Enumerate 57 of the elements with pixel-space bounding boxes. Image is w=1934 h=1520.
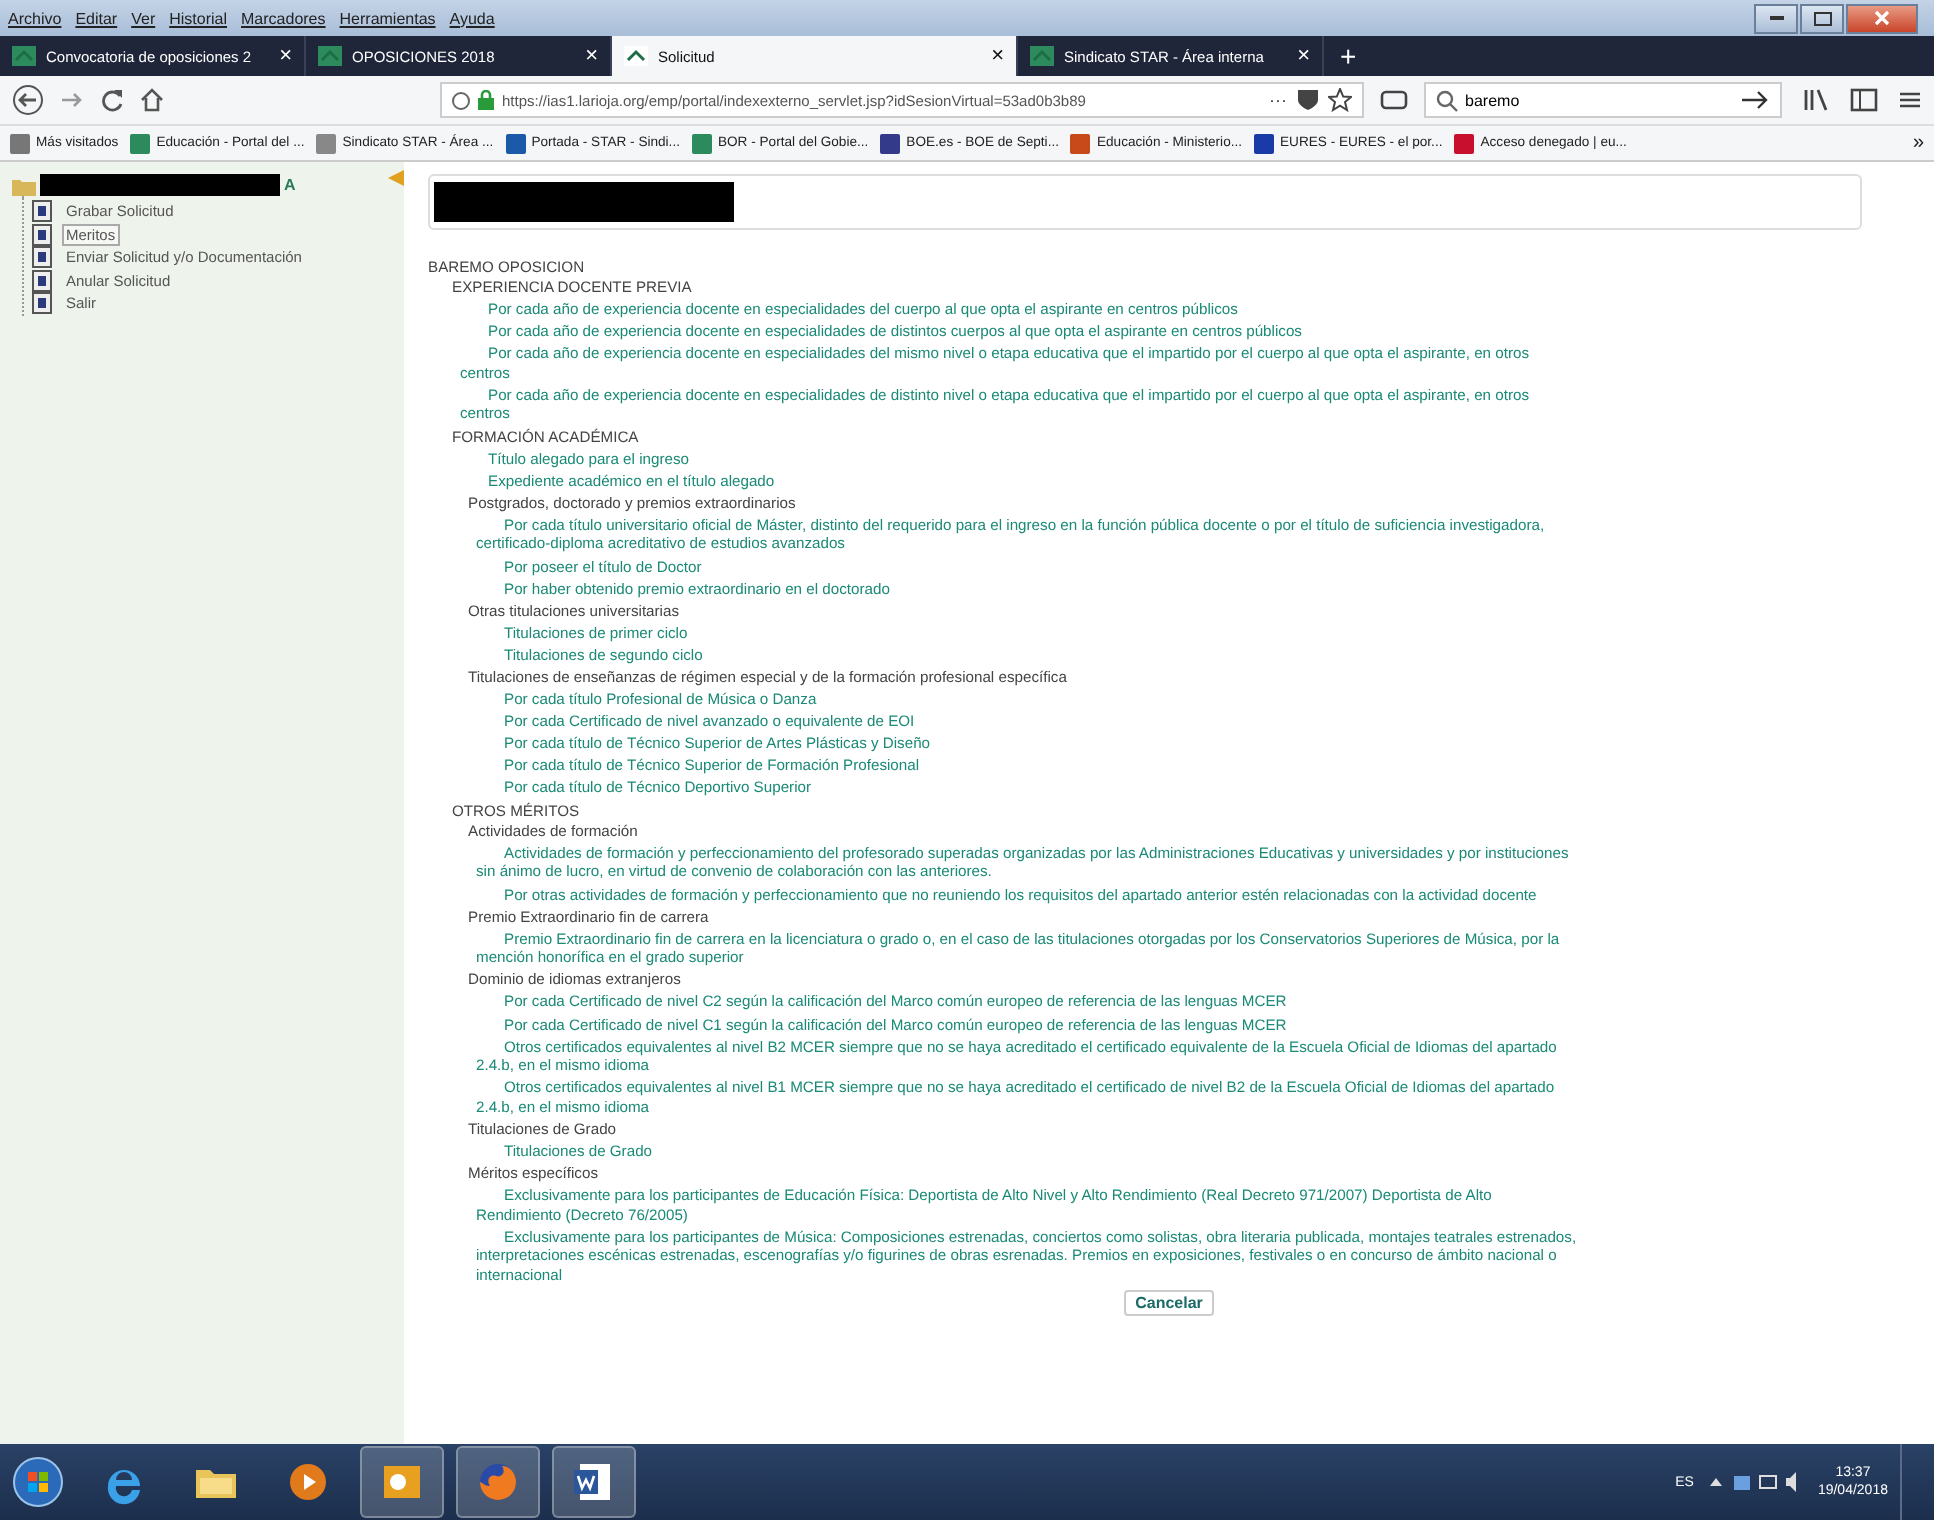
more-bookmarks-button[interactable]: » xyxy=(1912,132,1924,154)
play-icon[interactable] xyxy=(284,1458,332,1506)
back-icon[interactable] xyxy=(12,84,44,116)
maximize-button[interactable] xyxy=(1800,3,1844,33)
close-icon xyxy=(1872,10,1892,26)
menu-item[interactable]: Archivo xyxy=(8,9,62,27)
document-icon xyxy=(32,269,52,292)
document-icon xyxy=(32,223,52,246)
sidebar-icon[interactable] xyxy=(1850,88,1878,112)
menu-item[interactable]: Marcadores xyxy=(241,9,326,27)
library-icon[interactable] xyxy=(1802,88,1830,112)
favicon-icon xyxy=(12,46,36,66)
home-icon[interactable] xyxy=(140,88,164,112)
favicon-icon xyxy=(691,133,712,153)
arrow-icon[interactable] xyxy=(1742,90,1770,110)
favicon-icon xyxy=(1030,46,1054,66)
lock-icon xyxy=(478,90,494,110)
tab-close-button[interactable]: × xyxy=(1297,44,1310,68)
menu-icon[interactable] xyxy=(1898,88,1922,112)
menu-item[interactable]: Historial xyxy=(169,9,228,27)
menu-item[interactable]: Ayuda xyxy=(449,9,495,27)
favicon-icon xyxy=(1070,133,1091,153)
favicon-icon xyxy=(1454,133,1475,153)
document-icon xyxy=(32,292,52,315)
favicon-icon xyxy=(505,133,526,153)
favicon-icon xyxy=(1254,133,1275,153)
new-tab-button[interactable]: + xyxy=(1324,36,1373,76)
favicon-icon xyxy=(130,133,151,153)
favicon-icon xyxy=(624,46,648,66)
folder-icon xyxy=(12,175,36,195)
menu-item[interactable]: Ver xyxy=(131,9,156,27)
search-field[interactable]: baremo xyxy=(1423,82,1782,118)
star-icon[interactable] xyxy=(1327,88,1352,112)
favicon-icon xyxy=(316,133,337,153)
minimize-button[interactable] xyxy=(1754,3,1798,33)
info-icon xyxy=(452,91,470,109)
favicon-icon xyxy=(10,133,30,153)
menu-item[interactable]: Editar xyxy=(75,9,118,27)
favicon-icon xyxy=(880,133,901,153)
close-button[interactable] xyxy=(1846,3,1918,33)
document-icon xyxy=(32,246,52,269)
tab-close-button[interactable]: × xyxy=(585,44,598,68)
reader-icon[interactable] xyxy=(1379,88,1408,112)
start-button[interactable] xyxy=(12,1456,64,1508)
forward-icon[interactable] xyxy=(60,88,84,112)
reload-icon[interactable] xyxy=(100,88,124,112)
tab-close-button[interactable]: × xyxy=(991,44,1004,68)
sidebar-title: A xyxy=(284,176,296,194)
cancel-button[interactable]: Cancelar xyxy=(1123,1289,1215,1316)
fox-globe-icon[interactable] xyxy=(474,1458,522,1506)
menu-item[interactable]: Herramientas xyxy=(339,9,436,27)
document-icon xyxy=(32,200,52,223)
shield-icon[interactable] xyxy=(1295,88,1320,112)
search-icon xyxy=(1435,89,1458,111)
favicon-icon xyxy=(318,46,342,66)
tab-close-button[interactable]: × xyxy=(279,44,292,68)
page-actions-button[interactable]: ··· xyxy=(1269,90,1288,110)
